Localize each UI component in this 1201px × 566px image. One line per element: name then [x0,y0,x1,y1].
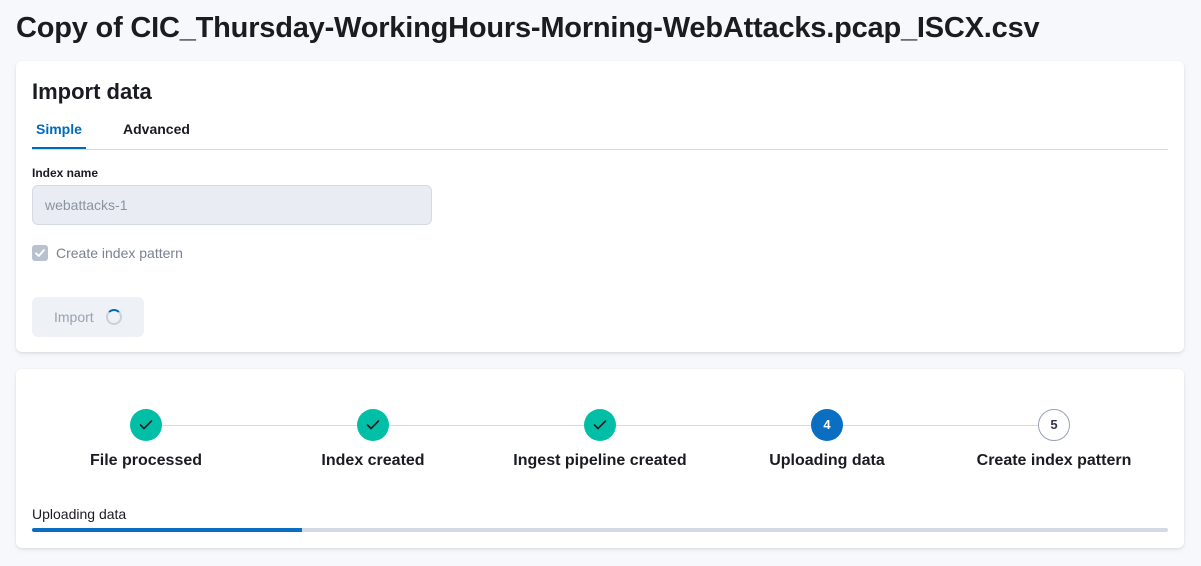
import-steps-panel: File processed Index created Ingest pipe… [16,369,1184,548]
create-index-pattern-label: Create index pattern [56,245,183,261]
check-icon [35,249,45,257]
create-index-pattern-checkbox[interactable] [32,245,48,261]
step-5-title: Create index pattern [976,452,1132,469]
step-connector [373,425,600,426]
step-2-indicator [357,409,389,441]
tab-advanced[interactable]: Advanced [123,120,190,149]
step-1-indicator [130,409,162,441]
import-tabs: Simple Advanced [32,120,1168,150]
check-icon [366,420,380,430]
upload-progress-label: Uploading data [32,506,127,522]
upload-progress-fill [32,528,303,532]
check-icon [139,420,153,430]
check-icon [593,420,607,430]
step-2-title: Index created [321,452,425,469]
step-3-indicator [584,409,616,441]
index-name-input[interactable] [32,185,432,225]
index-name-label: Index name [32,166,99,180]
step-3-title: Ingest pipeline created [513,452,687,469]
step-connector [146,425,373,426]
step-connector [827,425,1054,426]
step-4-title: Uploading data [769,452,885,469]
upload-progress-bar [32,528,1168,532]
import-button-label: Import [54,309,94,325]
step-4-indicator: 4 [811,409,843,441]
import-data-panel: Import data Simple Advanced Index name C… [16,61,1184,352]
page-title: Copy of CIC_Thursday-WorkingHours-Mornin… [16,12,1040,44]
step-1-title: File processed [89,452,203,469]
import-data-heading: Import data [32,79,152,104]
spinner-icon [106,309,122,325]
tab-simple[interactable]: Simple [32,120,86,149]
import-button[interactable]: Import [32,297,144,337]
step-connector [600,425,827,426]
step-5-indicator: 5 [1038,409,1070,441]
